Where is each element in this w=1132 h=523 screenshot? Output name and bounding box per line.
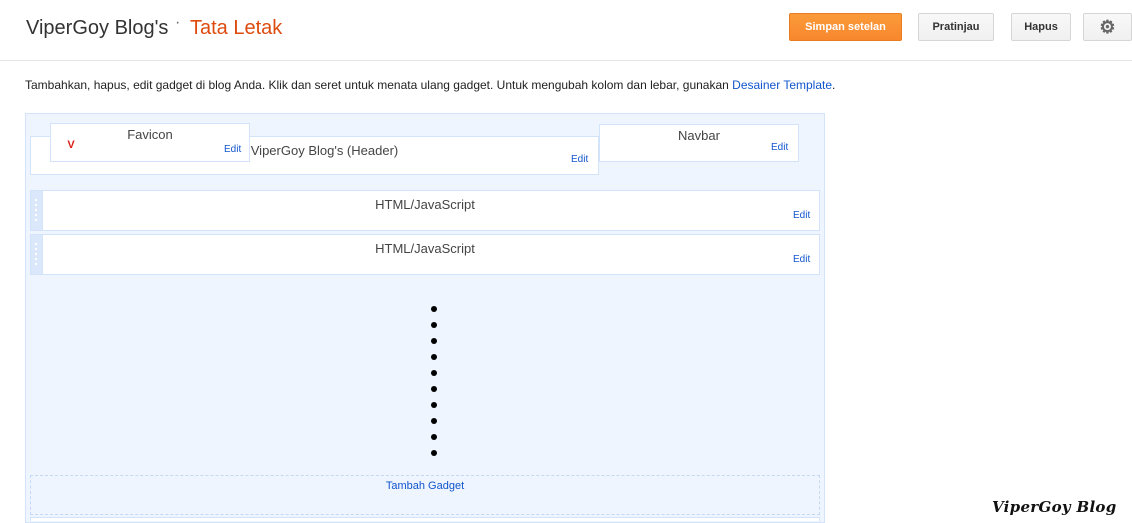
gadget-title: HTML/JavaScript — [375, 241, 475, 256]
save-button[interactable]: Simpan setelan — [789, 13, 902, 41]
watermark: ViperGoy Blog — [992, 498, 1117, 516]
next-section-strip — [30, 517, 820, 521]
gear-icon: ⚙ — [1099, 16, 1116, 37]
intro-suffix: . — [832, 78, 836, 92]
gadget-title: Favicon — [127, 127, 173, 142]
edit-link[interactable]: Edit — [793, 254, 810, 265]
title-separator: · — [175, 14, 181, 31]
edit-link[interactable]: Edit — [793, 210, 810, 221]
page-title: Tata Letak — [190, 17, 283, 39]
edit-link[interactable]: Edit — [571, 154, 588, 165]
navbar-gadget[interactable]: Navbar Edit — [599, 124, 799, 162]
intro-body: Tambahkan, hapus, edit gadget di blog An… — [25, 78, 733, 92]
settings-button[interactable]: ⚙ — [1083, 13, 1132, 41]
top-bar: ViperGoy Blog's · Tata Letak Simpan sete… — [0, 0, 1132, 61]
preview-button[interactable]: Pratinjau — [918, 13, 994, 41]
gadget-title: Navbar — [678, 128, 720, 143]
add-gadget-button[interactable]: Tambah Gadget — [30, 475, 820, 515]
gadget-title: HTML/JavaScript — [375, 197, 475, 212]
delete-button[interactable]: Hapus — [1011, 13, 1071, 41]
template-designer-link[interactable]: Desainer Template — [732, 78, 832, 92]
intro-text: Tambahkan, hapus, edit gadget di blog An… — [25, 78, 835, 92]
blog-title[interactable]: ViperGoy Blog's — [26, 17, 168, 40]
html-javascript-gadget[interactable]: HTML/JavaScript Edit — [30, 234, 820, 275]
html-javascript-gadget[interactable]: HTML/JavaScript Edit — [30, 190, 820, 231]
edit-link[interactable]: Edit — [224, 144, 241, 155]
edit-link[interactable]: Edit — [771, 142, 788, 153]
favicon-gadget[interactable]: V Favicon Edit — [50, 123, 250, 162]
